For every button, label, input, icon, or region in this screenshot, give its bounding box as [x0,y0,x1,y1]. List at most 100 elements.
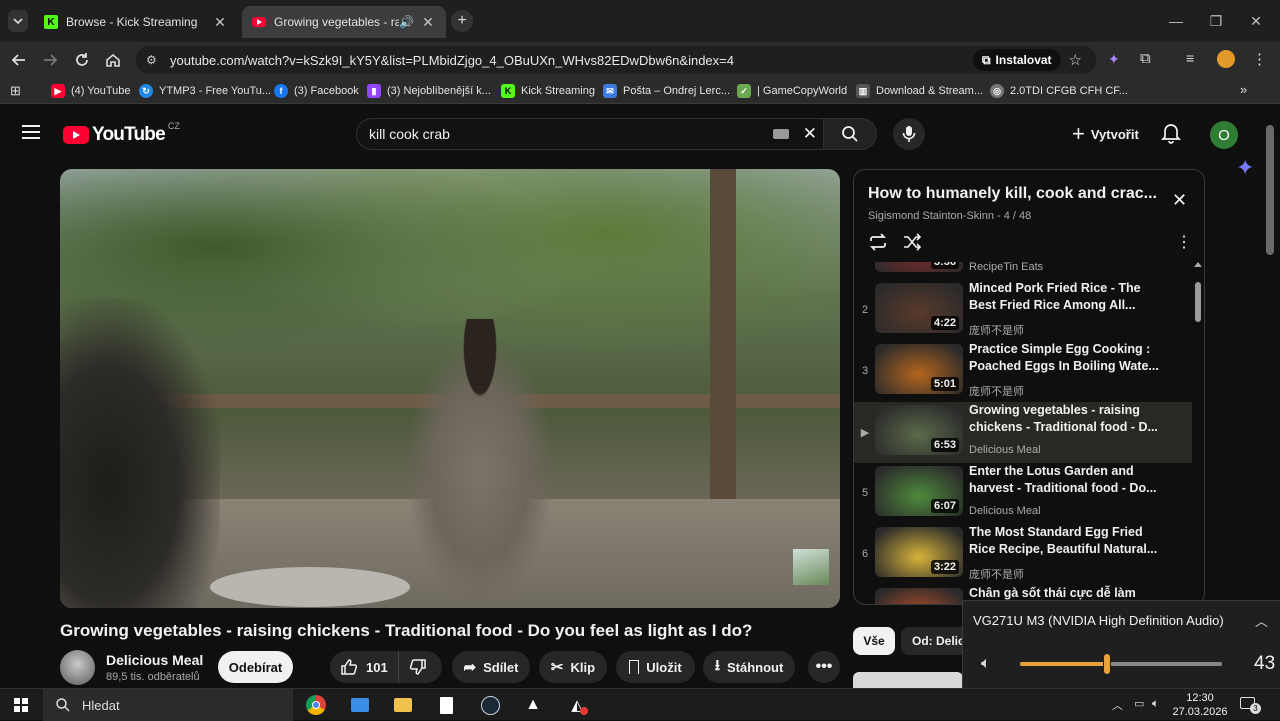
playlist-item-thumbnail[interactable]: 6:07 [875,466,963,516]
subscribe-button[interactable]: Odebírat [218,651,293,683]
new-tab-button[interactable]: + [451,10,473,32]
share-button[interactable]: ➦ Sdílet [452,651,530,683]
playlist-item-title[interactable]: Minced Pork Fried Rice - The Best Fried … [969,280,1169,314]
bookmark-posta[interactable]: ✉ Pošta – Ondrej Lerc... [603,82,730,100]
playlist-item-channel[interactable]: Delicious Meal [969,444,1041,456]
chevron-up-icon[interactable]: ︿ [1255,611,1268,630]
playlist-item[interactable]: 5 6:07 Enter the Lotus Garden and harvest … [854,463,1192,524]
playlist-item-thumbnail[interactable]: 6:53 [875,405,963,455]
bookmark-kick[interactable]: K Kick Streaming [501,82,595,100]
gemini-extension-icon[interactable]: ✦ [1108,51,1120,68]
bookmarks-overflow-icon[interactable]: » [1240,82,1247,97]
close-tab-icon[interactable]: ✕ [420,14,436,31]
chip-from-channel[interactable]: Od: Delici [901,627,971,655]
shuffle-icon[interactable] [902,233,922,251]
clip-button[interactable]: ✂ Klip [539,651,607,683]
bookmark-facebook[interactable]: f (3) Facebook [274,82,359,100]
browser-menu-icon[interactable]: ⋮ [1252,50,1267,68]
volume-tray-icon[interactable]: 🔈︎ [1152,696,1159,711]
tab-search-button[interactable] [8,10,28,32]
site-info-icon[interactable]: ⚙ [146,53,164,67]
bookmark-archive[interactable]: ▥ Download & Stream... [856,82,983,100]
maximize-button[interactable]: ❐ [1196,0,1236,42]
playlist-more-icon[interactable]: ⋮ [1176,232,1192,252]
playlist-item-title[interactable]: Enter the Lotus Garden and harvest - Tra… [969,463,1169,497]
playlist-item-channel[interactable]: Delicious Meal [969,505,1041,517]
chrome-taskbar-icon[interactable] [303,693,329,717]
scroll-up-icon[interactable] [1194,262,1202,267]
url-text[interactable]: youtube.com/watch?v=kSzk9I_kY5Y&list=PLM… [170,53,973,68]
playlist-item[interactable]: ▶ 6:53 Growing vegetables - raising chicke… [854,402,1192,463]
game-launcher-icon[interactable]: ▲ [520,693,546,717]
video-player[interactable] [60,169,840,608]
playlist-item-title[interactable]: Practice Simple Egg Cooking : Poached Eg… [969,341,1169,375]
account-avatar[interactable]: O [1210,121,1238,149]
youtube-logo[interactable]: YouTube CZ [63,121,180,146]
clear-search-icon[interactable]: ✕ [803,124,817,144]
playlist-item-thumbnail[interactable]: 4:22 [875,283,963,333]
download-button[interactable]: ⭳ Stáhnout [703,651,795,683]
speaker-mute-button[interactable]: 🔈︎ [981,655,991,673]
bookmark-twitch[interactable]: ▮ (3) Nejoblíbenější k... [367,82,491,100]
playlist-scrollbar[interactable] [1194,262,1202,604]
extensions-icon[interactable]: ⧉ [1140,50,1151,67]
gemini-sparkle-icon[interactable]: ✦ [1236,155,1254,181]
dislike-button[interactable] [399,658,427,676]
bookmark-ytmp3[interactable]: ↻ YTMP3 - Free YouTu... [139,82,271,100]
like-button[interactable]: 101 [330,651,399,683]
address-bar[interactable]: ⚙ youtube.com/watch?v=kSzk9I_kY5Y&list=P… [136,46,1096,74]
bookmark-youtube[interactable]: ▶ (4) YouTube [51,82,131,100]
network-icon[interactable]: ▭ [1134,697,1144,710]
next-video-thumb[interactable] [853,672,963,688]
playlist-title[interactable]: How to humanely kill, cook and crac... [868,185,1158,203]
playlist-item-thumbnail[interactable]: 3:22 [875,527,963,577]
volume-slider[interactable] [1020,653,1222,675]
playlist-item[interactable]: 3:36 RecipeTin Eats [854,262,1192,280]
tray-overflow-icon[interactable]: ︿ [1112,697,1123,713]
profile-avatar[interactable] [1217,50,1235,68]
playlist-item-channel[interactable]: 庞师不是师 [969,383,1024,399]
tab-youtube-active[interactable]: Growing vegetables - raisin 🔊 ✕ [242,6,446,38]
close-window-button[interactable]: ✕ [1236,0,1276,42]
notifications-button[interactable] [1161,122,1181,144]
notification-center-button[interactable]: 3 [1240,695,1261,714]
playlist-item-channel[interactable]: 庞师不是师 [969,322,1024,338]
install-app-button[interactable]: ⧉ Instalovat [972,49,1061,71]
scroll-thumb[interactable] [1195,282,1201,322]
search-input[interactable]: kill cook crab [369,126,773,142]
tab-kick[interactable]: K Browse - Kick Streaming ✕ [34,6,238,38]
file-explorer-icon[interactable] [390,693,416,717]
playlist-owner[interactable]: Sigismond Stainton-Skinn [868,210,994,222]
playlist-item[interactable]: 2 4:22 Minced Pork Fried Rice - The Best F… [854,280,1192,341]
playlist-item[interactable]: 3 5:01 Practice Simple Egg Cooking : Poach… [854,341,1192,402]
bookmark-gamecopyworld[interactable]: ✓ | GameCopyWorld [737,82,847,100]
game-app-icon[interactable]: ◭ [564,693,590,717]
page-scrollbar[interactable] [1266,125,1274,255]
start-button[interactable] [8,693,34,717]
document-icon[interactable] [433,693,459,717]
audio-device-name[interactable]: VG271U M3 (NVIDIA High Definition Audio) [973,613,1224,628]
minimize-button[interactable]: — [1156,0,1196,42]
playlist-close-icon[interactable]: ✕ [1172,190,1187,211]
clock[interactable]: 12:30 27.03.2026 [1172,691,1228,719]
voice-search-button[interactable] [893,118,925,150]
save-button[interactable]: Uložit [616,651,695,683]
steam-icon[interactable] [477,693,503,717]
home-button[interactable] [99,46,127,74]
playlist-item-title[interactable]: The Most Standard Egg Fried Rice Recipe,… [969,524,1169,558]
playlist-item-thumbnail[interactable]: 5:01 [875,344,963,394]
playlist-item-thumbnail[interactable]: 3:36 [875,262,963,272]
speaker-icon[interactable]: 🔊 [399,15,414,29]
apps-grid-icon[interactable]: ⊞ [10,83,21,99]
media-control-icon[interactable]: ≡ [1186,50,1194,66]
reload-button[interactable] [68,46,96,74]
playlist-item-thumbnail[interactable] [875,588,963,604]
bookmark-star-icon[interactable]: ☆ [1069,51,1082,69]
playlist-item[interactable]: 6 3:22 The Most Standard Egg Fried Rice Re… [854,524,1192,585]
volume-slider-thumb[interactable] [1102,653,1111,675]
guide-menu-icon[interactable] [22,125,40,139]
keyboard-icon[interactable] [772,129,789,139]
close-tab-icon[interactable]: ✕ [212,14,228,31]
app-taskbar-icon[interactable] [347,693,373,717]
channel-name[interactable]: Delicious Meal [106,652,203,668]
